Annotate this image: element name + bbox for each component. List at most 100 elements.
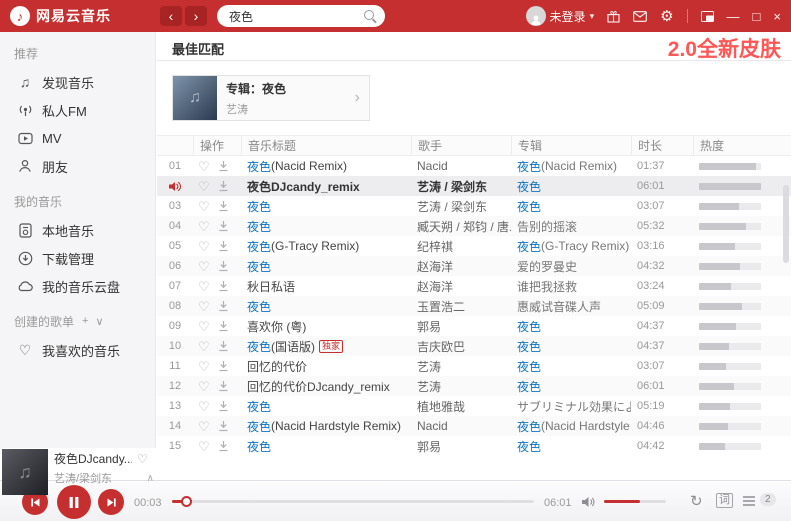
song-album[interactable]: 夜色 (G-Tracy Remix) — [511, 236, 631, 256]
song-row[interactable]: 01♡夜色(Nacid Remix)Nacid夜色(Nacid Remix)01… — [157, 156, 791, 176]
song-row[interactable]: 03♡夜色艺涛 / 梁剑东夜色03:07 — [157, 196, 791, 216]
song-title[interactable]: 喜欢你 (粤) — [241, 316, 411, 336]
song-artist[interactable]: 郭易 — [411, 436, 511, 456]
sidebar-item[interactable]: 我的音乐云盘 — [0, 272, 155, 300]
repeat-mode-icon[interactable]: ↻ — [690, 492, 703, 510]
song-title[interactable]: 夜色(Nacid Remix) — [241, 156, 411, 176]
lyrics-toggle[interactable]: 词 — [716, 493, 733, 508]
search-input[interactable] — [217, 5, 385, 27]
sidebar-item[interactable]: 私人FM — [0, 96, 155, 124]
song-artist[interactable]: 纪梓褀 — [411, 236, 511, 256]
song-artist[interactable]: 艺涛 / 梁剑东 — [411, 176, 511, 196]
song-album[interactable]: サブリミナル効果によ... — [511, 396, 631, 416]
download-icon[interactable] — [218, 360, 229, 372]
theme-gift-icon[interactable] — [607, 10, 620, 23]
song-row[interactable]: 06♡夜色赵海洋爱的罗曼史04:32 — [157, 256, 791, 276]
next-track-button[interactable] — [98, 489, 124, 515]
song-row[interactable]: 09♡喜欢你 (粤)郭易夜色04:37 — [157, 316, 791, 336]
song-title[interactable]: 秋日私语 — [241, 276, 411, 296]
playlist-icon[interactable] — [742, 495, 756, 507]
song-album[interactable]: 惠威试音碟人声 — [511, 296, 631, 316]
like-icon[interactable]: ♡ — [198, 320, 210, 333]
progress-handle[interactable] — [181, 496, 192, 507]
download-icon[interactable] — [218, 260, 229, 272]
sidebar-item[interactable]: ♫发现音乐 — [0, 68, 155, 96]
song-row[interactable]: 04♡夜色臧天朔 / 郑钧 / 唐...告别的摇滚05:32 — [157, 216, 791, 236]
download-icon[interactable] — [218, 380, 229, 392]
song-title[interactable]: 回忆的代价DJcandy_remix — [241, 376, 411, 396]
song-title[interactable]: 回忆的代价 — [241, 356, 411, 376]
song-title[interactable]: 夜色 — [241, 296, 411, 316]
like-song-icon[interactable]: ♡ — [137, 452, 148, 466]
song-album[interactable]: 夜色 — [511, 196, 631, 216]
download-icon[interactable] — [218, 440, 229, 452]
song-title[interactable]: 夜色(国语版)独家 — [241, 336, 411, 356]
song-artist[interactable]: Nacid — [411, 416, 511, 436]
like-icon[interactable]: ♡ — [198, 360, 210, 373]
song-artist[interactable]: 郭易 — [411, 316, 511, 336]
song-artist[interactable]: 艺涛 / 梁剑东 — [411, 196, 511, 216]
mini-mode-icon[interactable] — [701, 11, 714, 22]
sidebar-item[interactable]: 本地音乐 — [0, 216, 155, 244]
song-album[interactable]: 夜色 — [511, 356, 631, 376]
best-match-card[interactable]: ♫ 专辑：夜色 艺涛 › — [172, 75, 370, 121]
close-button[interactable]: × — [773, 10, 781, 23]
song-row[interactable]: 07♡秋日私语赵海洋谁把我拯救03:24 — [157, 276, 791, 296]
download-icon[interactable] — [218, 340, 229, 352]
like-icon[interactable]: ♡ — [198, 200, 210, 213]
add-playlist-icon[interactable]: + — [82, 315, 88, 328]
app-logo[interactable]: ♪ 网易云音乐 — [0, 6, 138, 26]
volume-icon[interactable] — [582, 496, 597, 508]
like-icon[interactable]: ♡ — [198, 260, 210, 273]
download-icon[interactable] — [218, 200, 229, 212]
song-row[interactable]: 12♡回忆的代价DJcandy_remix艺涛夜色06:01 — [157, 376, 791, 396]
song-album[interactable]: 夜色 — [511, 336, 631, 356]
like-icon[interactable]: ♡ — [198, 160, 210, 173]
song-title[interactable]: 夜色 — [241, 256, 411, 276]
song-title[interactable]: 夜色 — [241, 436, 411, 456]
sidebar-item[interactable]: 朋友 — [0, 152, 155, 180]
song-row[interactable]: 10♡夜色(国语版)独家吉庆欧巴夜色04:37 — [157, 336, 791, 356]
song-album[interactable]: 爱的罗曼史 — [511, 256, 631, 276]
search-icon[interactable] — [364, 10, 374, 20]
now-playing-artist[interactable]: 艺涛/梁剑东 — [54, 470, 112, 486]
song-album[interactable]: 夜色 — [511, 176, 631, 196]
download-icon[interactable] — [218, 280, 229, 292]
download-icon[interactable] — [218, 220, 229, 232]
song-artist[interactable]: 植地雅哉 — [411, 396, 511, 416]
like-icon[interactable]: ♡ — [198, 440, 210, 453]
song-title[interactable]: 夜色 — [241, 216, 411, 236]
song-artist[interactable]: 赵海洋 — [411, 276, 511, 296]
mail-icon[interactable] — [633, 11, 647, 22]
download-icon[interactable] — [218, 400, 229, 412]
now-playing-title[interactable]: 夜色DJcandy... — [54, 450, 132, 467]
song-row[interactable]: 11♡回忆的代价艺涛夜色03:07 — [157, 356, 791, 376]
song-title[interactable]: 夜色 — [241, 196, 411, 216]
like-icon[interactable]: ♡ — [198, 340, 210, 353]
like-icon[interactable]: ♡ — [198, 400, 210, 413]
song-artist[interactable]: Nacid — [411, 156, 511, 176]
download-icon[interactable] — [218, 300, 229, 312]
volume-slider[interactable] — [604, 500, 666, 503]
like-icon[interactable]: ♡ — [198, 300, 210, 313]
song-title[interactable]: 夜色 (Nacid Hardstyle Remix) — [241, 416, 411, 436]
back-button[interactable]: ‹ — [160, 6, 182, 26]
download-icon[interactable] — [218, 160, 229, 172]
song-album[interactable]: 告别的摇滚 — [511, 216, 631, 236]
song-title[interactable]: 夜色DJcandy_remix — [241, 176, 411, 196]
scrollbar-thumb[interactable] — [783, 185, 789, 263]
minimize-button[interactable]: — — [727, 10, 740, 23]
download-icon[interactable] — [218, 180, 229, 192]
tab-best-match[interactable]: 最佳匹配 — [172, 39, 224, 58]
pause-button[interactable] — [57, 485, 91, 519]
like-icon[interactable]: ♡ — [198, 180, 210, 193]
song-title[interactable]: 夜色 — [241, 396, 411, 416]
download-icon[interactable] — [218, 420, 229, 432]
progress-bar[interactable] — [172, 500, 534, 503]
song-album[interactable]: 谁把我拯救 — [511, 276, 631, 296]
song-artist[interactable]: 艺涛 — [411, 376, 511, 396]
login-button[interactable]: 未登录 ▾ — [526, 6, 595, 26]
download-icon[interactable] — [218, 320, 229, 332]
song-album[interactable]: 夜色(Nacid Hardstyle R... — [511, 416, 631, 436]
like-icon[interactable]: ♡ — [198, 220, 210, 233]
